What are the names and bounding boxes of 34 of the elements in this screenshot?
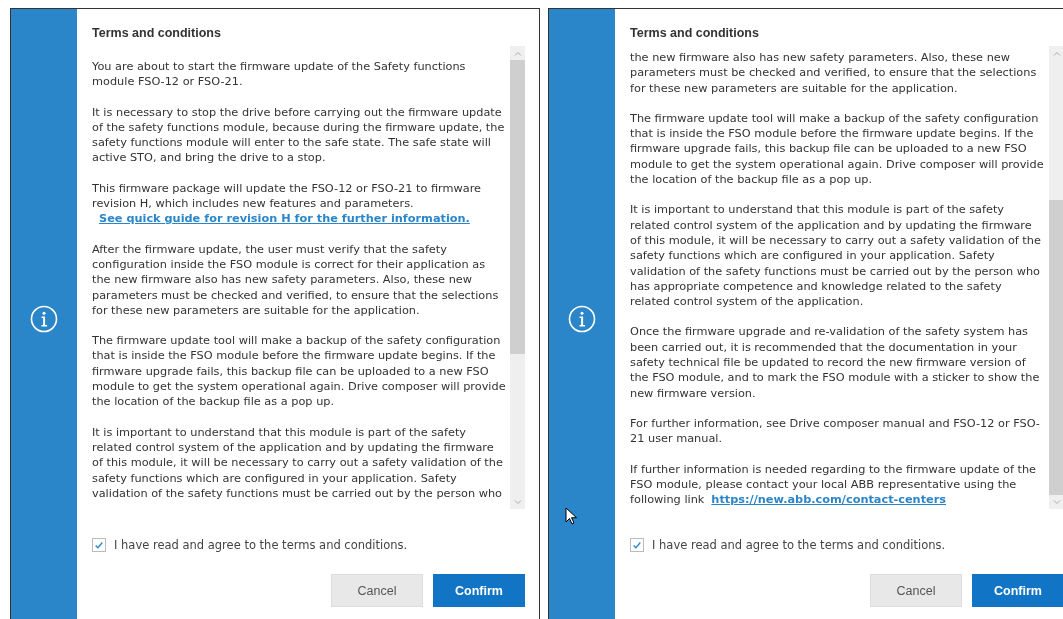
confirm-button[interactable]: Confirm xyxy=(433,574,525,607)
scrollbar[interactable] xyxy=(510,46,525,509)
terms-paragraph: After the firmware update, the user must verify that the safety configuration inside the FSO module is correct for their application as the new firmware also has new safety parameters. Also, these new parameters must be checked and verified, to ensure that the selections for these new parameters are suitable for the application. xyxy=(92,241,500,319)
scroll-down-icon[interactable] xyxy=(1052,499,1061,505)
confirm-button[interactable]: Confirm xyxy=(972,574,1063,607)
dialog-title: Terms and conditions xyxy=(92,26,222,42)
terms-paragraph: For further information, see Drive composer manual and FSO-12 or FSO-21 user manual. xyxy=(630,415,1041,447)
info-icon xyxy=(568,305,596,333)
agree-label: I have read and agree to the terms and conditions. xyxy=(114,538,408,552)
info-link[interactable]: https://new.abb.com/contact-centers xyxy=(711,492,946,508)
agree-label: I have read and agree to the terms and conditions. xyxy=(652,538,946,552)
scroll-down-icon[interactable] xyxy=(513,499,522,505)
terms-paragraph: It is important to understand that this module is part of the safety related control system of the application and by updating the firmware of this module, it will be necessary to carry out a safety validation of the safety functions which are configured in your application. Safety validation of the safety functions must be carried out by the person who xyxy=(92,424,504,502)
scroll-up-icon[interactable] xyxy=(513,50,522,56)
terms-paragraph: The firmware update tool will make a backup of the safety configuration that is inside the FSO module before the firmware update begins. If the firmware upgrade fails, this backup file can be uploaded to a new FSO module to get the system operational again. Drive composer will provide the location of the backup file as a pop up. xyxy=(630,110,1045,188)
terms-paragraph: This firmware package will update the FSO-12 or FSO-21 to firmware revision H, which includes new features and parameters. See quick guide for revision H for the further information. xyxy=(92,180,482,227)
dialog-title: Terms and conditions xyxy=(630,26,760,42)
cancel-button[interactable]: Cancel xyxy=(870,574,962,607)
terms-paragraph: The firmware update tool will make a backup of the safety configuration that is inside the FSO module before the firmware update begins. If the firmware upgrade fails, this backup file can be uploaded to a new FSO module to get the system operational again. Drive composer will provide the location of the backup file as a pop up. xyxy=(92,333,506,410)
terms-paragraph: It is important to understand that this module is part of the safety related control system of the application and by updating the firmware of this module, it will be necessary to carry out a safety validation of the safety functions which are configured in your application. Safety validation of the safety functions must be carried out by the person who has appropriate competence and knowledge related to the safety related control system of the application. xyxy=(630,202,1042,310)
agree-checkbox[interactable] xyxy=(630,538,644,552)
terms-paragraph: Once the firmware upgrade and re-validation of the safety system has been carried out, it is recommended that the documentation in your safety technical file be updated to record the new firmware version of the FSO module, and to mark the FSO module with a sticker to show the new firmware version. xyxy=(630,324,1041,401)
checkmark-icon xyxy=(94,540,104,550)
cancel-button[interactable]: Cancel xyxy=(331,574,423,607)
info-link[interactable]: See quick guide for revision H for the further information. xyxy=(99,211,470,227)
checkmark-icon xyxy=(632,540,642,550)
scroll-up-icon[interactable] xyxy=(1052,50,1061,56)
info-icon xyxy=(30,305,58,333)
terms-paragraph: You are about to start the firmware update of the Safety functions module FSO-12 or FSO-21. xyxy=(92,59,467,90)
terms-paragraph: It is necessary to stop the drive before carrying out the firmware update of the safety functions module, because during the firmware update, the safety functions module will enter to the safe state. The safe state will active STO, and bring the drive to a stop. xyxy=(92,104,506,166)
terms-paragraph: If further information is needed regarding to the firmware update of the FSO module, please contact your local ABB representative using the following link https://new.abb.com/contact-centers xyxy=(630,461,1038,508)
terms-paragraph: the new firmware also has new safety parameters. Also, these new parameters must be checked and verified, to ensure that the selections for these new parameters are suitable for the application. xyxy=(630,50,1038,96)
agree-checkbox[interactable] xyxy=(92,538,106,552)
scrollbar[interactable] xyxy=(1049,46,1063,509)
